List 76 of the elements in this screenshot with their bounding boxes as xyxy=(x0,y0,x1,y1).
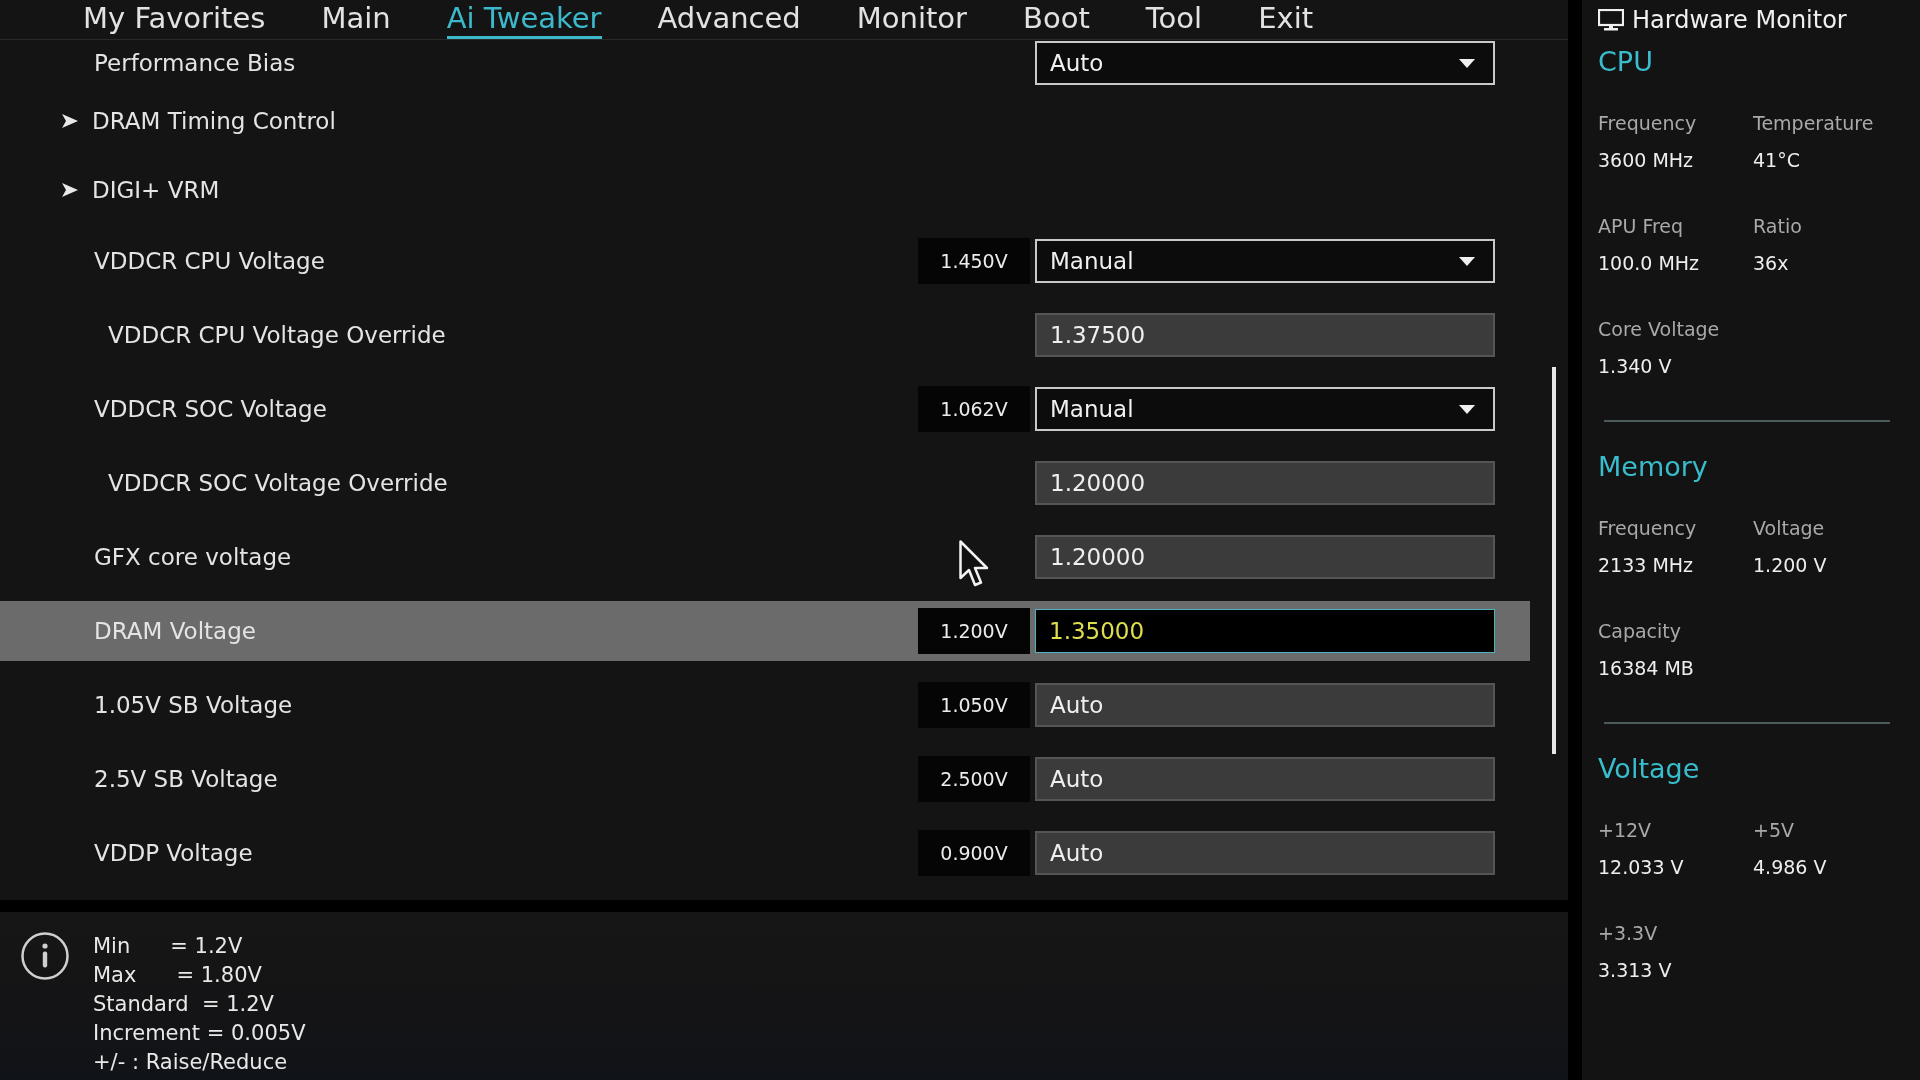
sensor-label: +12V xyxy=(1598,818,1652,843)
help-text: Max = 1.80V xyxy=(93,962,263,989)
menu-tab[interactable]: Tool xyxy=(1145,2,1203,39)
section-heading: Voltage xyxy=(1598,752,1700,786)
sensor-label: +5V xyxy=(1753,818,1794,843)
setting-label: VDDCR CPU Voltage xyxy=(94,248,325,274)
menu-tab[interactable]: Ai Tweaker xyxy=(446,2,602,39)
input-field[interactable]: 1.35000 xyxy=(1035,609,1495,653)
sensor-value: 1.340 V xyxy=(1598,354,1672,379)
input-field[interactable]: 1.20000 xyxy=(1035,535,1495,579)
sensor-value: 36x xyxy=(1753,251,1789,276)
sensor-value: 12.033 V xyxy=(1598,855,1684,880)
menu-tab[interactable]: Boot xyxy=(1023,2,1090,39)
help-text: Increment = 0.005V xyxy=(93,1020,306,1047)
sensor-label: Frequency xyxy=(1598,111,1697,136)
mouse-pointer-icon xyxy=(959,540,989,588)
dropdown[interactable]: Auto xyxy=(1035,41,1495,85)
menu-tab[interactable]: My Favorites xyxy=(83,2,266,39)
voltage-reading: 1.450V xyxy=(918,238,1030,284)
sensor-value: 1.200 V xyxy=(1753,553,1827,578)
sensor-value: 100.0 MHz xyxy=(1598,251,1700,276)
sensor-label: +3.3V xyxy=(1598,921,1658,946)
caret-icon xyxy=(1459,404,1475,414)
setting-label: VDDCR SOC Voltage Override xyxy=(108,470,448,496)
dropdown[interactable]: Manual xyxy=(1035,239,1495,283)
menu-tab[interactable]: Monitor xyxy=(856,2,968,39)
menu-tab[interactable]: Main xyxy=(321,2,391,39)
input-field[interactable]: Auto xyxy=(1035,683,1495,727)
sensor-label: APU Freq xyxy=(1598,214,1684,239)
help-text: +/- : Raise/Reduce xyxy=(93,1049,289,1076)
menu-tab[interactable]: Exit xyxy=(1258,2,1314,39)
submenu-item[interactable]: DRAM Timing Control xyxy=(62,107,336,134)
sensor-value: 2133 MHz xyxy=(1598,553,1694,578)
menu-tab[interactable]: Advanced xyxy=(657,2,801,39)
input-field[interactable]: 1.37500 xyxy=(1035,313,1495,357)
input-field[interactable]: Auto xyxy=(1035,831,1495,875)
scrollbar[interactable] xyxy=(1552,367,1556,754)
setting-label: DRAM Voltage xyxy=(94,618,256,644)
voltage-reading: 1.050V xyxy=(918,682,1030,728)
sensor-label: Temperature xyxy=(1753,111,1874,136)
submenu-item[interactable]: DIGI+ VRM xyxy=(62,176,220,203)
voltage-reading: 0.900V xyxy=(918,830,1030,876)
voltage-reading: 1.200V xyxy=(918,608,1030,654)
help-text: Standard = 1.2V xyxy=(93,991,275,1018)
sensor-value: 41°C xyxy=(1753,148,1800,173)
setting-label: 2.5V SB Voltage xyxy=(94,766,278,792)
sensor-label: Frequency xyxy=(1598,516,1697,541)
help-text: Min = 1.2V xyxy=(93,933,244,960)
setting-label: 1.05V SB Voltage xyxy=(94,692,293,718)
arrowhead-icon xyxy=(62,113,78,128)
sensor-label: Core Voltage xyxy=(1598,317,1720,342)
voltage-reading: 1.062V xyxy=(918,386,1030,432)
sensor-value: 3.313 V xyxy=(1598,958,1672,983)
setting-label: VDDP Voltage xyxy=(94,840,253,866)
sensor-label: Voltage xyxy=(1753,516,1825,541)
sensor-label: Capacity xyxy=(1598,619,1682,644)
setting-label: VDDCR CPU Voltage Override xyxy=(108,322,446,348)
sensor-value: 4.986 V xyxy=(1753,855,1827,880)
setting-label: GFX core voltage xyxy=(94,544,292,570)
section-heading: Memory xyxy=(1598,450,1708,484)
arrowhead-icon xyxy=(62,182,78,197)
sensor-value: 16384 MB xyxy=(1598,656,1694,681)
setting-label: VDDCR SOC Voltage xyxy=(94,396,327,422)
voltage-reading: 2.500V xyxy=(918,756,1030,802)
caret-icon xyxy=(1459,58,1475,68)
panel-title: Hardware Monitor xyxy=(1632,6,1847,34)
section-heading: CPU xyxy=(1598,45,1653,79)
sensor-value: 3600 MHz xyxy=(1598,148,1694,173)
input-field[interactable]: 1.20000 xyxy=(1035,461,1495,505)
setting-label: Performance Bias xyxy=(94,50,296,76)
input-field[interactable]: Auto xyxy=(1035,757,1495,801)
monitor-icon xyxy=(1598,9,1624,31)
sensor-label: Ratio xyxy=(1753,214,1802,239)
info-icon xyxy=(21,932,69,980)
caret-icon xyxy=(1459,256,1475,266)
dropdown[interactable]: Manual xyxy=(1035,387,1495,431)
